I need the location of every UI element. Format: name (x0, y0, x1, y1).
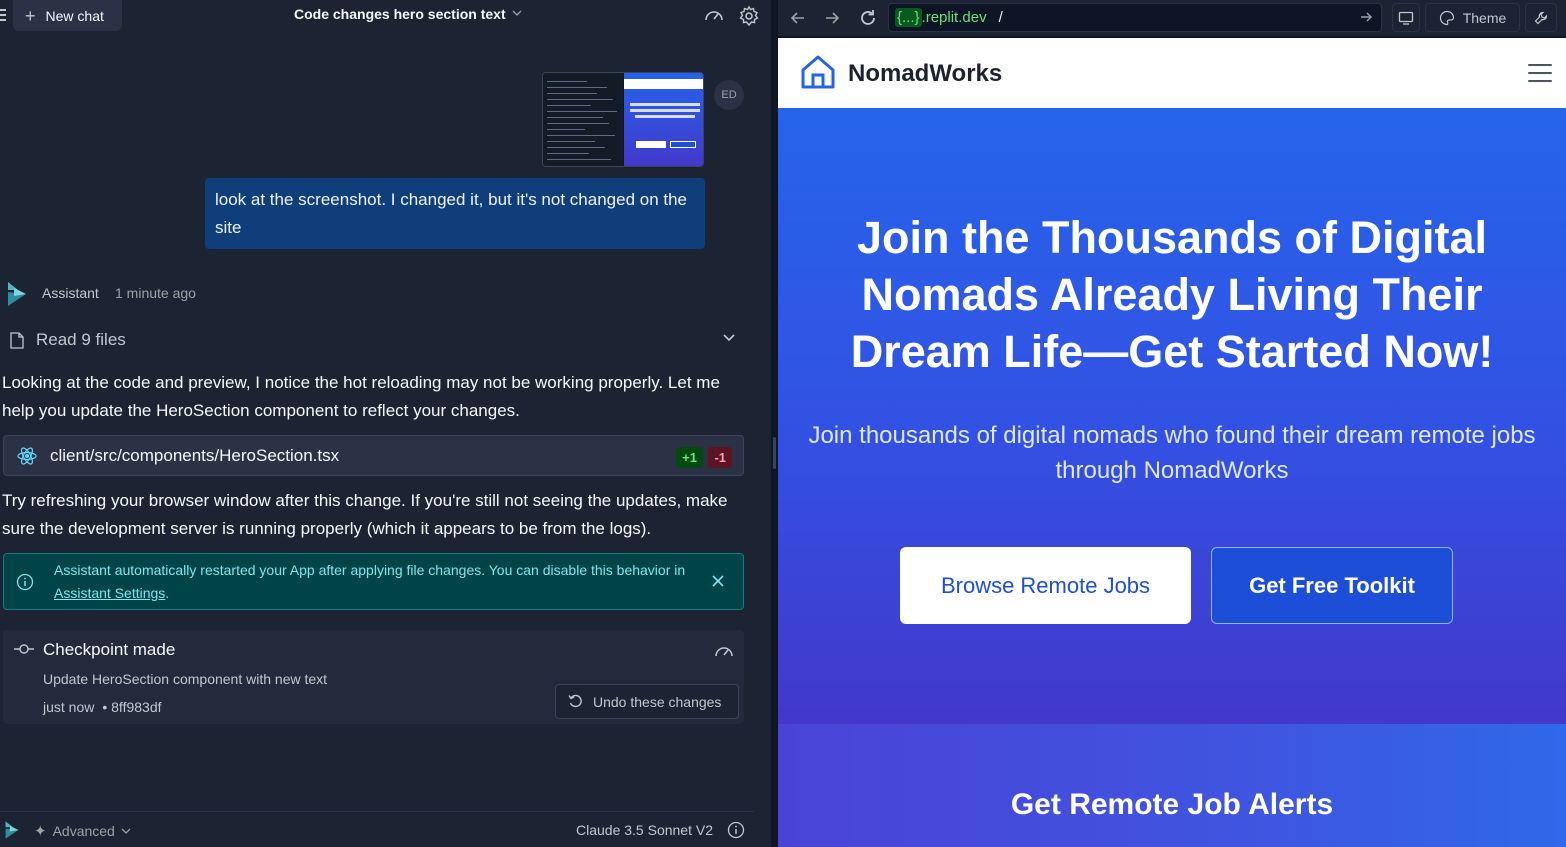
url-domain: .replit.dev (921, 9, 987, 26)
assistant-timestamp: 1 minute ago (115, 285, 196, 301)
read-files-label: Read 9 files (36, 330, 126, 349)
sidebar-toggle-icon[interactable] (0, 9, 6, 23)
checkpoint-title: Checkpoint made (43, 640, 176, 659)
get-toolkit-button[interactable]: Get Free Toolkit (1211, 547, 1453, 624)
url-path: / (998, 9, 1003, 26)
user-message: look at the screenshot. I changed it, bu… (205, 178, 705, 249)
undo-label: Undo these changes (593, 693, 722, 710)
url-bar[interactable]: {...} .replit.dev / (888, 3, 1382, 32)
notice-text-end: . (165, 585, 170, 601)
devtools-button[interactable] (1525, 3, 1557, 32)
reload-icon[interactable] (858, 8, 878, 28)
file-path: client/src/components/HeroSection.tsx (50, 445, 340, 465)
device-preview-button[interactable] (1392, 3, 1420, 32)
browse-jobs-button[interactable]: Browse Remote Jobs (900, 547, 1191, 624)
assistant-settings-link[interactable]: Assistant Settings (54, 585, 165, 601)
restart-notice: Assistant automatically restarted your A… (3, 553, 744, 610)
hero-section: Join the Thousands of Digital Nomads Alr… (778, 108, 1566, 724)
job-alerts-section: Get Remote Job Alerts (778, 724, 1566, 847)
plus-icon: + (25, 5, 36, 26)
go-arrow-icon[interactable] (1359, 10, 1373, 24)
sparkle-icon: ✦ (34, 823, 47, 840)
assistant-logo-icon (5, 821, 19, 839)
pane-resize-handle[interactable] (771, 0, 778, 847)
chat-topbar: + New chat Code changes hero section tex… (0, 0, 771, 34)
forward-arrow-icon[interactable] (822, 8, 842, 28)
site-navbar: NomadWorks (778, 38, 1566, 108)
house-logo-icon[interactable] (799, 54, 837, 90)
info-icon[interactable] (727, 821, 745, 839)
chevron-down-icon (512, 8, 522, 21)
assistant-name: Assistant (42, 285, 99, 301)
chat-title-dropdown[interactable]: Code changes hero section text (294, 6, 522, 22)
additions-badge: +1 (676, 447, 703, 468)
checkpoint-description: Update HeroSection component with new te… (43, 671, 328, 687)
file-icon (10, 331, 24, 349)
gauge-icon[interactable] (703, 5, 725, 27)
checkpoint-card: Checkpoint made Update HeroSection compo… (3, 630, 744, 724)
theme-label: Theme (1462, 9, 1507, 26)
assistant-logo-icon (8, 282, 26, 306)
checkpoint-commit-icon (14, 644, 34, 654)
advanced-dropdown[interactable]: ✦ Advanced (34, 822, 131, 840)
undo-changes-button[interactable]: Undo these changes (555, 684, 739, 719)
new-chat-label: New chat (45, 7, 104, 24)
assistant-paragraph: Looking at the code and preview, I notic… (2, 373, 720, 420)
close-icon[interactable] (711, 574, 725, 588)
undo-icon (568, 694, 582, 708)
url-dev-badge: {...} (895, 8, 922, 27)
info-icon (16, 573, 34, 591)
chat-title: Code changes hero section text (294, 6, 506, 22)
deletions-badge: -1 (708, 447, 732, 468)
palette-icon (1439, 10, 1454, 25)
site-brand[interactable]: NomadWorks (848, 60, 1002, 88)
job-alerts-heading: Get Remote Job Alerts (1010, 788, 1334, 821)
chevron-down-icon (121, 828, 131, 834)
wrench-icon (1534, 11, 1548, 24)
assistant-paragraph: Try refreshing your browser window after… (2, 491, 728, 538)
new-chat-button[interactable]: + New chat (13, 0, 122, 31)
file-change-card[interactable]: client/src/components/HeroSection.tsx +1… (3, 435, 744, 476)
hero-title: Join the Thousands of Digital Nomads Alr… (850, 212, 1494, 377)
assistant-panel: + New chat Code changes hero section tex… (0, 0, 771, 847)
gauge-icon[interactable] (714, 642, 734, 660)
notice-text: Assistant automatically restarted your A… (54, 562, 686, 578)
read-files-collapsible[interactable]: Read 9 files (10, 328, 736, 352)
monitor-icon (1398, 11, 1414, 25)
advanced-label: Advanced (52, 823, 115, 839)
hero-subtitle: Join thousands of digital nomads who fou… (808, 422, 1536, 484)
site-preview: NomadWorks Join the Thousands of Digital… (778, 38, 1566, 847)
chevron-down-icon (723, 334, 735, 342)
hamburger-menu-icon[interactable] (1528, 64, 1552, 82)
user-avatar: ED (714, 80, 744, 110)
webview-panel: {...} .replit.dev / Theme NomadWorks Joi… (778, 0, 1566, 847)
chat-input-bar: ✦ Advanced Claude 3.5 Sonnet V2 (0, 811, 754, 847)
checkpoint-time: just now (43, 699, 95, 715)
model-selector[interactable]: Claude 3.5 Sonnet V2 (576, 822, 713, 838)
react-file-icon (17, 446, 37, 465)
back-arrow-icon[interactable] (788, 8, 808, 28)
settings-gear-icon[interactable] (738, 5, 760, 27)
screenshot-attachment-thumbnail[interactable] (542, 72, 704, 167)
theme-button[interactable]: Theme (1425, 3, 1520, 32)
webview-toolbar: {...} .replit.dev / Theme (778, 0, 1566, 36)
checkpoint-hash: • 8ff983df (102, 699, 162, 715)
